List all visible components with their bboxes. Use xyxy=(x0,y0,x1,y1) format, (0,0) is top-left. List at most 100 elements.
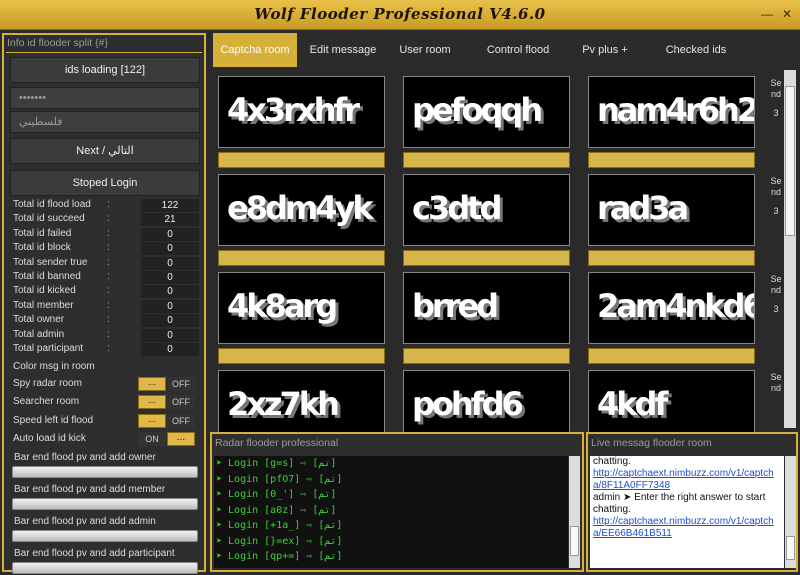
captcha-text: nam4r6h2 xyxy=(597,91,755,129)
option-dots-button[interactable]: ... xyxy=(138,377,166,391)
captcha-image: nam4r6h2 xyxy=(588,76,755,148)
scrollbar-thumb[interactable] xyxy=(786,536,795,560)
captcha-answer-input[interactable] xyxy=(218,348,385,364)
captcha-text: pohfd6 xyxy=(412,385,524,423)
live-message: admin ➤ Enter the right answer to start … xyxy=(593,492,766,515)
tab-bar: Captcha room Edit message User room Control… xyxy=(210,33,800,67)
live-title: Live messag flooder room xyxy=(591,437,712,449)
send-button[interactable]: Send xyxy=(770,372,782,394)
stat-label: Total member xyxy=(13,299,74,311)
captcha-cell: 4k8arg xyxy=(218,272,385,366)
progress-bar xyxy=(12,498,198,510)
captcha-image: 2am4nkd6 xyxy=(588,272,755,344)
stat-row: Total id kicked: 0 xyxy=(13,285,203,299)
stat-row: Total member: 0 xyxy=(13,299,203,313)
stat-colon: : xyxy=(107,227,110,239)
captcha-answer-input[interactable] xyxy=(403,152,570,168)
live-scrollbar[interactable] xyxy=(785,456,796,568)
stat-row: Total id succeed: 21 xyxy=(13,213,203,227)
stat-value: 0 xyxy=(141,314,199,328)
captcha-cell: brred xyxy=(403,272,570,366)
stat-label: Total id failed xyxy=(13,227,72,239)
captcha-answer-input[interactable] xyxy=(403,250,570,266)
app-title: Wolf Flooder Professional V4.6.0 xyxy=(254,5,546,23)
option-dots-button[interactable]: ... xyxy=(167,431,195,446)
color-msg-label: Color msg in room xyxy=(13,361,95,372)
option-label: Auto load id kick xyxy=(13,432,86,444)
minimize-icon[interactable]: — xyxy=(760,7,774,21)
send-count: 3 xyxy=(773,206,779,216)
captcha-cell: nam4r6h2 xyxy=(588,76,755,170)
captcha-answer-input[interactable] xyxy=(218,152,385,168)
captcha-cell: rad3a xyxy=(588,174,755,268)
captcha-answer-input[interactable] xyxy=(588,348,755,364)
option-dots-button[interactable]: ... xyxy=(138,395,166,410)
stat-label: Total sender true xyxy=(13,256,88,268)
next-button[interactable]: Next / التالي xyxy=(10,138,200,164)
scrollbar-thumb[interactable] xyxy=(785,86,795,236)
stat-value: 21 xyxy=(141,213,199,227)
progress-bar xyxy=(12,530,198,542)
title-bar: Wolf Flooder Professional V4.6.0 — ✕ xyxy=(0,0,800,30)
tab-pv-plus[interactable]: Pv plus + xyxy=(566,33,644,67)
tab-control-flood[interactable]: Control flood xyxy=(472,33,564,67)
scrollbar-thumb[interactable] xyxy=(570,526,579,556)
send-button[interactable]: Send 3 xyxy=(770,274,782,314)
captcha-text: 4x3rxhfr xyxy=(227,91,360,129)
stat-colon: : xyxy=(107,213,110,225)
tab-edit-message[interactable]: Edit message xyxy=(303,33,383,67)
tab-captcha-room[interactable]: Captcha room xyxy=(213,33,297,67)
password-field[interactable]: ••••••• xyxy=(10,87,200,109)
captcha-link[interactable]: http://captchaext.nimbuzz.com/v1/captcha… xyxy=(593,516,774,539)
captcha-answer-input[interactable] xyxy=(218,250,385,266)
stat-value: 0 xyxy=(141,343,199,356)
send-button[interactable]: Send 3 xyxy=(770,176,782,216)
progress-label: Bar end flood pv and add owner xyxy=(14,452,156,463)
captcha-image: c3dtd xyxy=(403,174,570,246)
close-icon[interactable]: ✕ xyxy=(780,7,794,21)
captcha-image: 4x3rxhfr xyxy=(218,76,385,148)
stat-colon: : xyxy=(107,271,110,282)
captcha-text: rad3a xyxy=(597,189,689,227)
stat-label: Total owner xyxy=(13,314,65,326)
stat-row: Total admin: 0 xyxy=(13,328,203,342)
captcha-answer-input[interactable] xyxy=(588,152,755,168)
divider xyxy=(6,52,202,53)
stat-label: Total participant xyxy=(13,343,84,354)
stat-value: 122 xyxy=(141,199,199,212)
captcha-answer-input[interactable] xyxy=(403,348,570,364)
send-label: Send xyxy=(770,274,782,295)
radar-log-line: ➤ Login [+1a_] ⇨ [تم] xyxy=(216,520,343,531)
ids-loading-button[interactable]: ids loading [122] xyxy=(10,57,200,83)
option-label: Speed left id flood xyxy=(13,414,94,426)
radar-log-line: ➤ Login [}=ex] ⇨ [تم] xyxy=(216,535,343,547)
radar-log-line: ➤ Login [0_'] ⇨ [تم] xyxy=(216,489,337,500)
stat-row: Total owner: 0 xyxy=(13,314,203,328)
option-toggle[interactable]: OFF xyxy=(167,413,195,428)
captcha-cell: 4x3rxhfr xyxy=(218,76,385,170)
send-label: Send xyxy=(770,372,782,393)
captcha-scrollbar[interactable] xyxy=(784,70,796,428)
option-toggle[interactable]: OFF xyxy=(167,395,195,410)
tab-user-room[interactable]: User room xyxy=(388,33,462,67)
stat-row: Total participant: 0 xyxy=(13,343,203,356)
login-button[interactable]: Stoped Login xyxy=(10,170,200,196)
stat-label: Total id flood load xyxy=(13,199,91,210)
stat-row: Total id banned: 0 xyxy=(13,271,203,284)
captcha-text: 4kdf xyxy=(597,385,668,423)
stat-colon: : xyxy=(107,314,110,326)
option-toggle[interactable]: OFF xyxy=(167,377,195,391)
option-toggle[interactable]: ON xyxy=(138,431,166,446)
send-button[interactable]: Send 3 xyxy=(770,78,782,118)
option-dots-button[interactable]: ... xyxy=(138,413,166,428)
option-label: Spy radar room xyxy=(13,378,82,389)
room-field[interactable]: فلسطيني xyxy=(10,111,200,133)
tab-checked-ids[interactable]: Checked ids xyxy=(650,33,742,67)
stat-colon: : xyxy=(107,285,110,297)
captcha-answer-input[interactable] xyxy=(588,250,755,266)
captcha-link[interactable]: http://captchaext.nimbuzz.com/v1/captcha… xyxy=(593,468,774,491)
send-label: Send xyxy=(770,176,782,197)
stat-colon: : xyxy=(107,256,110,268)
radar-scrollbar[interactable] xyxy=(569,456,580,568)
radar-log-line: ➤ Login [a0z] ⇨ [تم] xyxy=(216,504,337,516)
